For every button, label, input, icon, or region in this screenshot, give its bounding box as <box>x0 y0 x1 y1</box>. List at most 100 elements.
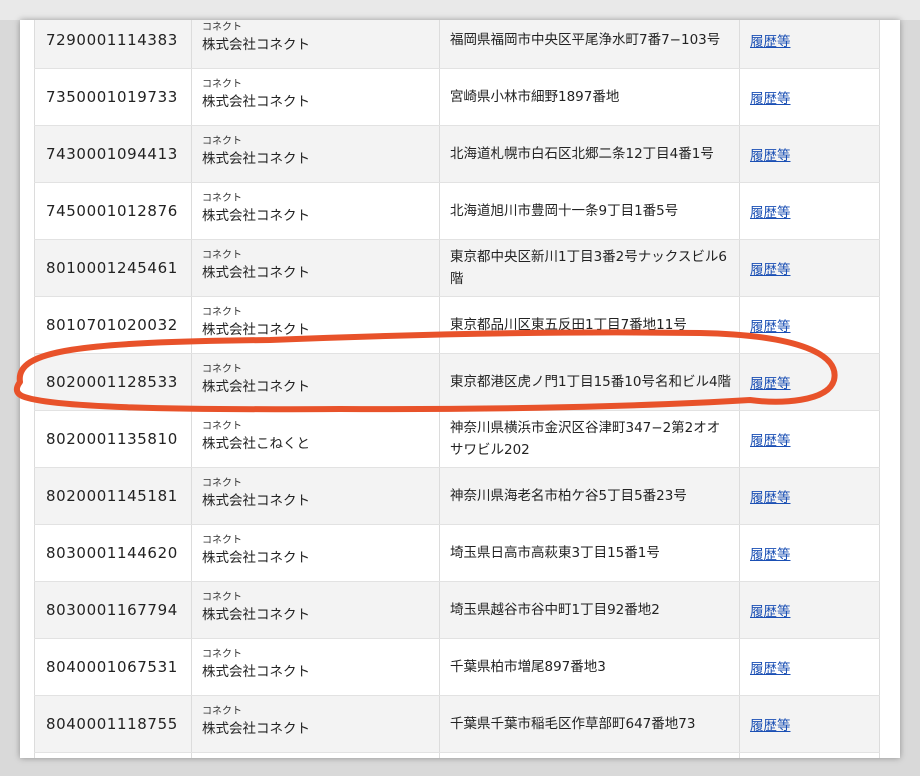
address: 千葉県千葉市稲毛区作草部町647番地73 <box>450 716 696 732</box>
table-row: 8030001144620 コネクト 株式会社コネクト 埼玉県日高市高萩東3丁目… <box>34 525 880 582</box>
corporate-number: 8010001245461 <box>46 259 178 277</box>
corporate-number: 8020001145181 <box>46 487 178 505</box>
address: 福岡県福岡市中央区平尾浄水町7番7−103号 <box>450 32 721 48</box>
address: 北海道札幌市白石区北郷二条12丁目4番1号 <box>450 146 714 162</box>
corporate-number-cell: 8010701020032 <box>34 297 192 353</box>
corporate-number-cell: 8020001128533 <box>34 354 192 410</box>
address: 埼玉県日高市高萩東3丁目15番1号 <box>450 545 660 561</box>
corporate-name-cell: コネクト 株式会社こねくと <box>192 411 440 467</box>
address-cell: 千葉県柏市増尾897番地3 <box>440 639 740 695</box>
corporate-number-cell: 7450001012876 <box>34 183 192 239</box>
history-cell: 履歴等 <box>740 753 880 758</box>
address: 北海道旭川市豊岡十一条9丁目1番5号 <box>450 203 679 219</box>
corporate-number-cell: 8030001167794 <box>34 582 192 638</box>
history-link[interactable]: 履歴等 <box>750 600 791 620</box>
corporate-name: 株式会社コネクト <box>202 664 310 680</box>
corporate-number: 7430001094413 <box>46 145 178 163</box>
address: 東京都港区虎ノ門1丁目15番10号名和ビル4階 <box>450 374 732 390</box>
corporate-name-kana: コネクト <box>202 250 242 261</box>
corporate-name: 株式会社コネクト <box>202 721 310 737</box>
corporate-number: 8010701020032 <box>46 316 178 334</box>
history-link[interactable]: 履歴等 <box>750 657 791 677</box>
corporate-name-cell: コネクト 株式会社コネクト <box>192 126 440 182</box>
corporate-name: 株式会社コネクト <box>202 37 310 53</box>
corporate-number-cell: 7430001094413 <box>34 126 192 182</box>
table-row: 8040001118755 コネクト 株式会社コネクト 千葉県千葉市稲毛区作草部… <box>34 696 880 753</box>
corporate-number-cell: 7350001019733 <box>34 69 192 125</box>
corporate-name-kana: コネクト <box>202 307 242 318</box>
history-link[interactable]: 履歴等 <box>750 144 791 164</box>
history-link[interactable]: 履歴等 <box>750 429 791 449</box>
address-cell: 福岡県福岡市中央区平尾浄水町7番7−103号 <box>440 20 740 68</box>
corporation-table: 7290001114383 コネクト 株式会社コネクト 福岡県福岡市中央区平尾浄… <box>34 20 880 758</box>
address: 千葉県柏市増尾897番地3 <box>450 659 606 675</box>
history-link[interactable]: 履歴等 <box>750 714 791 734</box>
corporate-name-kana: コネクト <box>202 478 242 489</box>
history-cell: 履歴等 <box>740 183 880 239</box>
corporate-name: 株式会社コネクト <box>202 607 310 623</box>
corporate-number: 8030001144620 <box>46 544 178 562</box>
history-cell: 履歴等 <box>740 696 880 752</box>
corporate-name-cell: コネクト 株式会社コネクト <box>192 696 440 752</box>
corporate-name: 株式会社コネクト <box>202 550 310 566</box>
history-cell: 履歴等 <box>740 69 880 125</box>
address: 東京都品川区東五反田1丁目7番地11号 <box>450 317 687 333</box>
corporate-name-kana: コネクト <box>202 193 242 204</box>
table-row: 7450001012876 コネクト 株式会社コネクト 北海道旭川市豊岡十一条9… <box>34 183 880 240</box>
corporate-number-cell: 8050001031180 <box>34 753 192 758</box>
address-cell: 宮崎県小林市細野1897番地 <box>440 69 740 125</box>
corporate-number-cell: 8040001067531 <box>34 639 192 695</box>
table-row: 8020001135810 コネクト 株式会社こねくと 神奈川県横浜市金沢区谷津… <box>34 411 880 468</box>
corporate-name-cell: コネクト 株式会社コネクト <box>192 354 440 410</box>
history-link[interactable]: 履歴等 <box>750 201 791 221</box>
table-row: 8050001031180 コネクト 株式会社コネクト 茨城県常総市水海道宝町3… <box>34 753 880 758</box>
address: 宮崎県小林市細野1897番地 <box>450 89 620 105</box>
corporate-name-cell: コネクト 株式会社コネクト <box>192 582 440 638</box>
address-cell: 北海道旭川市豊岡十一条9丁目1番5号 <box>440 183 740 239</box>
history-link[interactable]: 履歴等 <box>750 315 791 335</box>
history-link[interactable]: 履歴等 <box>750 87 791 107</box>
corporate-name-kana: コネクト <box>202 136 242 147</box>
address: 埼玉県越谷市谷中町1丁目92番地2 <box>450 602 660 618</box>
address: 神奈川県横浜市金沢区谷津町347−2第2オオサワビル202 <box>450 420 721 458</box>
corporate-name: 株式会社コネクト <box>202 379 310 395</box>
history-cell: 履歴等 <box>740 411 880 467</box>
history-cell: 履歴等 <box>740 126 880 182</box>
table-row: 8020001128533 コネクト 株式会社コネクト 東京都港区虎ノ門1丁目1… <box>34 354 880 411</box>
corporate-name-cell: コネクト 株式会社コネクト <box>192 183 440 239</box>
address-cell: 埼玉県越谷市谷中町1丁目92番地2 <box>440 582 740 638</box>
history-link[interactable]: 履歴等 <box>750 486 791 506</box>
corporate-number: 7350001019733 <box>46 88 178 106</box>
corporate-name: 株式会社コネクト <box>202 493 310 509</box>
corporate-name-kana: コネクト <box>202 364 242 375</box>
history-link[interactable]: 履歴等 <box>750 258 791 278</box>
table-row: 8010001245461 コネクト 株式会社コネクト 東京都中央区新川1丁目3… <box>34 240 880 297</box>
corporate-number-cell: 8020001145181 <box>34 468 192 524</box>
history-cell: 履歴等 <box>740 639 880 695</box>
history-cell: 履歴等 <box>740 297 880 353</box>
address-cell: 茨城県常総市水海道宝町3385番地3ダイゼンビル <box>440 753 740 758</box>
corporate-name-kana: コネクト <box>202 421 242 432</box>
corporate-number: 8020001135810 <box>46 430 178 448</box>
history-link[interactable]: 履歴等 <box>750 543 791 563</box>
corporate-name: 株式会社コネクト <box>202 265 310 281</box>
corporate-number-cell: 8030001144620 <box>34 525 192 581</box>
window-top-edge <box>0 0 920 20</box>
corporate-number-cell: 8040001118755 <box>34 696 192 752</box>
address-cell: 北海道札幌市白石区北郷二条12丁目4番1号 <box>440 126 740 182</box>
history-cell: 履歴等 <box>740 240 880 296</box>
results-page: 7290001114383 コネクト 株式会社コネクト 福岡県福岡市中央区平尾浄… <box>20 20 900 758</box>
corporate-name-kana: コネクト <box>202 79 242 90</box>
table-row: 7290001114383 コネクト 株式会社コネクト 福岡県福岡市中央区平尾浄… <box>34 20 880 69</box>
corporate-name-cell: コネクト 株式会社コネクト <box>192 468 440 524</box>
address-cell: 東京都中央区新川1丁目3番2号ナックスビル6階 <box>440 240 740 296</box>
address: 神奈川県海老名市柏ケ谷5丁目5番23号 <box>450 488 687 504</box>
table-row: 7430001094413 コネクト 株式会社コネクト 北海道札幌市白石区北郷二… <box>34 126 880 183</box>
history-link[interactable]: 履歴等 <box>750 30 791 50</box>
table-row: 8040001067531 コネクト 株式会社コネクト 千葉県柏市増尾897番地… <box>34 639 880 696</box>
corporate-number: 8040001067531 <box>46 658 178 676</box>
history-link[interactable]: 履歴等 <box>750 372 791 392</box>
corporate-name-kana: コネクト <box>202 592 242 603</box>
corporate-name-kana: コネクト <box>202 535 242 546</box>
history-cell: 履歴等 <box>740 525 880 581</box>
